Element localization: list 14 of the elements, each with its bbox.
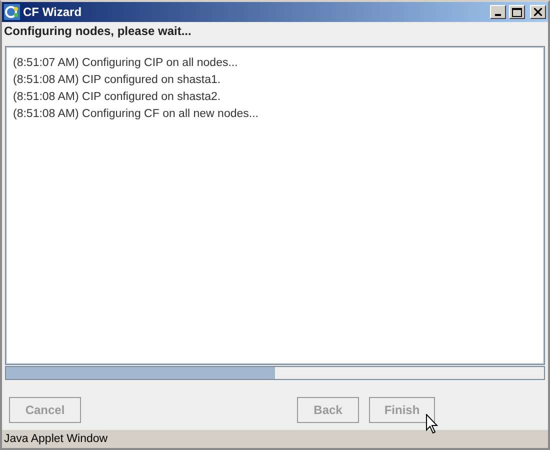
log-line: (8:51:08 AM) Configuring CF on all new nodes... xyxy=(13,107,260,121)
log-line: (8:51:07 AM) Configuring CIP on all nodes... xyxy=(13,56,239,70)
close-button[interactable] xyxy=(530,5,546,19)
log-line: (8:51:08 AM) CIP configured on shasta1. xyxy=(13,73,222,87)
maximize-button[interactable] xyxy=(509,5,525,19)
maximize-icon xyxy=(512,8,522,16)
minimize-button[interactable] xyxy=(490,5,506,19)
log-line: (8:51:08 AM) CIP configured on shasta2. xyxy=(13,90,222,104)
window-title: CF Wizard xyxy=(23,5,83,19)
app-icon xyxy=(4,4,20,20)
cursor-icon xyxy=(426,414,438,434)
close-icon xyxy=(534,8,542,16)
status-heading: Configuring nodes, please wait... xyxy=(3,23,192,40)
status-text: Java Applet Window xyxy=(4,433,108,445)
